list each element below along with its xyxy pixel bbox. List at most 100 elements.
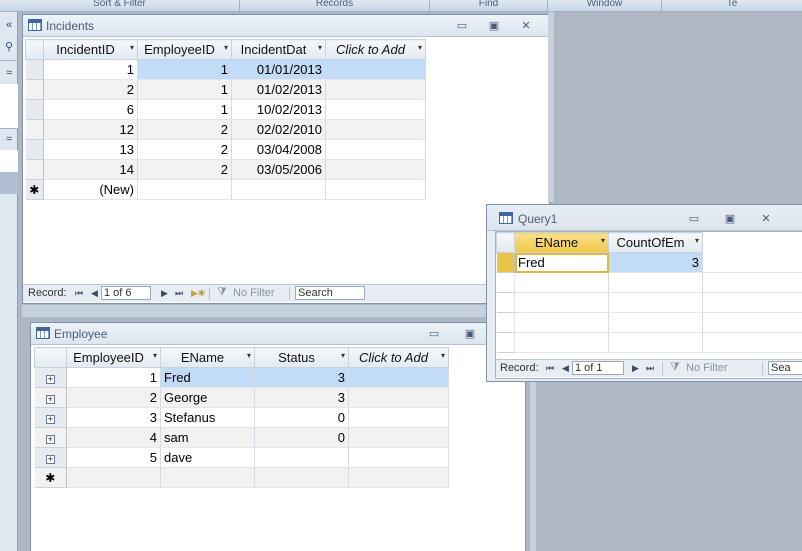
cell-employeeid[interactable]: 2: [137, 119, 232, 140]
cell-incidentdate[interactable]: 10/02/2013: [231, 99, 326, 120]
cell-status[interactable]: 3: [254, 367, 349, 388]
cell-employeeid[interactable]: 1: [137, 59, 232, 80]
new-record-nav-icon[interactable]: ▶✱: [191, 288, 205, 299]
cell-empty[interactable]: [325, 79, 426, 100]
column-header-click-to-add[interactable]: Click to Add ▾: [325, 39, 426, 60]
record-selector[interactable]: [25, 119, 44, 140]
cell-incidentid[interactable]: 12: [43, 119, 138, 140]
plus-icon[interactable]: +: [45, 454, 55, 464]
chevron-down-icon[interactable]: ▾: [318, 43, 322, 52]
cell-employeeid[interactable]: 2: [137, 159, 232, 180]
current-record-input[interactable]: 1 of 1: [572, 361, 624, 375]
employee-titlebar[interactable]: Employee ▭ ▣: [31, 323, 525, 345]
cell-incidentid[interactable]: 6: [43, 99, 138, 120]
group-chevron-icon[interactable]: ≈: [0, 64, 18, 82]
new-record-icon[interactable]: ✱: [34, 467, 67, 488]
column-header-countofemployee[interactable]: CountOfEm ▾: [608, 232, 703, 253]
cell-employeeid[interactable]: 5: [66, 447, 161, 468]
cell-empty[interactable]: [348, 467, 449, 488]
prev-record-icon[interactable]: ◀: [562, 363, 569, 374]
cell-ename[interactable]: George: [160, 387, 255, 408]
select-all-cell[interactable]: [496, 232, 515, 253]
chevron-down-icon[interactable]: ▾: [224, 43, 228, 52]
cell-status[interactable]: 3: [254, 387, 349, 408]
table-row[interactable]: + 1 Fred 3: [34, 367, 449, 388]
chevron-down-icon[interactable]: ▾: [441, 351, 445, 360]
new-record-row[interactable]: ✱: [34, 467, 449, 488]
cell-empty[interactable]: [325, 99, 426, 120]
column-header-incidentid[interactable]: IncidentID ▾: [43, 39, 138, 60]
group-chevron-icon[interactable]: ≈: [0, 130, 18, 148]
cell-incidentdate[interactable]: 03/05/2006: [231, 159, 326, 180]
expand-row-button[interactable]: +: [34, 387, 67, 408]
record-selector[interactable]: [25, 59, 44, 80]
cell-empty[interactable]: [348, 407, 449, 428]
expand-row-button[interactable]: +: [34, 367, 67, 388]
plus-icon[interactable]: +: [45, 414, 55, 424]
cell-incidentdate[interactable]: 01/01/2013: [231, 59, 326, 80]
plus-icon[interactable]: +: [45, 394, 55, 404]
cell-status[interactable]: 0: [254, 427, 349, 448]
record-selector[interactable]: [25, 139, 44, 160]
table-row[interactable]: + 3 Stefanus 0: [34, 407, 449, 428]
table-row[interactable]: 6 1 10/02/2013: [25, 99, 426, 120]
search-icon[interactable]: ⚲: [0, 38, 18, 56]
cell-employeeid[interactable]: 3: [66, 407, 161, 428]
column-header-employeeid[interactable]: EmployeeID ▾: [137, 39, 232, 60]
cell-employeeid[interactable]: 2: [66, 387, 161, 408]
close-icon[interactable]: ✕: [515, 18, 537, 34]
maximize-icon[interactable]: ▣: [483, 18, 505, 34]
new-record-icon[interactable]: ✱: [25, 179, 44, 200]
cell-count[interactable]: 3: [608, 252, 703, 273]
expand-row-button[interactable]: +: [34, 427, 67, 448]
record-selector[interactable]: [25, 79, 44, 100]
record-selector[interactable]: [496, 252, 515, 273]
maximize-icon[interactable]: ▣: [459, 326, 481, 342]
cell-incidentdate[interactable]: 03/04/2008: [231, 139, 326, 160]
cell-empty[interactable]: [66, 467, 161, 488]
table-row[interactable]: 2 1 01/02/2013: [25, 79, 426, 100]
last-record-icon[interactable]: ⏭: [646, 363, 654, 374]
column-header-incidentdate[interactable]: IncidentDat ▾: [231, 39, 326, 60]
plus-icon[interactable]: +: [45, 434, 55, 444]
table-row[interactable]: + 2 George 3: [34, 387, 449, 408]
chevron-down-icon[interactable]: ▾: [130, 43, 134, 52]
first-record-icon[interactable]: ⏮: [546, 363, 554, 374]
record-selector[interactable]: [25, 99, 44, 120]
cell-empty[interactable]: [325, 59, 426, 80]
expand-row-button[interactable]: +: [34, 407, 67, 428]
chevron-down-icon[interactable]: ▾: [341, 351, 345, 360]
cell-incidentid[interactable]: 13: [43, 139, 138, 160]
cell-ename[interactable]: dave: [160, 447, 255, 468]
cell-ename[interactable]: sam: [160, 427, 255, 448]
select-all-cell[interactable]: [34, 347, 67, 368]
chevron-down-icon[interactable]: ▾: [153, 351, 157, 360]
cell-employeeid[interactable]: 4: [66, 427, 161, 448]
search-input[interactable]: Search: [295, 286, 365, 300]
expand-row-button[interactable]: +: [34, 447, 67, 468]
minimize-icon[interactable]: ▭: [683, 211, 705, 227]
select-all-cell[interactable]: [25, 39, 44, 60]
cell-ename[interactable]: Fred: [514, 252, 609, 273]
cell-incidentid[interactable]: 1: [43, 59, 138, 80]
minimize-icon[interactable]: ▭: [423, 326, 445, 342]
cell-incidentid[interactable]: 2: [43, 79, 138, 100]
close-icon[interactable]: ✕: [755, 211, 777, 227]
cell-empty[interactable]: [254, 467, 349, 488]
maximize-icon[interactable]: ▣: [719, 211, 741, 227]
cell-empty[interactable]: [325, 179, 426, 200]
minimize-icon[interactable]: ▭: [451, 18, 473, 34]
column-header-ename[interactable]: EName ▾: [514, 232, 609, 253]
prev-record-icon[interactable]: ◀: [91, 288, 98, 299]
new-record-row[interactable]: ✱ (New): [25, 179, 426, 200]
column-header-employeeid[interactable]: EmployeeID ▾: [66, 347, 161, 368]
cell-empty[interactable]: [348, 447, 449, 468]
table-row[interactable]: 13 2 03/04/2008: [25, 139, 426, 160]
cell-empty[interactable]: [348, 427, 449, 448]
cell-ename[interactable]: Fred: [160, 367, 255, 388]
chevron-down-icon[interactable]: ▾: [695, 236, 699, 245]
column-header-ename[interactable]: EName ▾: [160, 347, 255, 368]
cell-status[interactable]: [254, 447, 349, 468]
cell-empty[interactable]: [325, 159, 426, 180]
chevron-down-icon[interactable]: ▾: [247, 351, 251, 360]
